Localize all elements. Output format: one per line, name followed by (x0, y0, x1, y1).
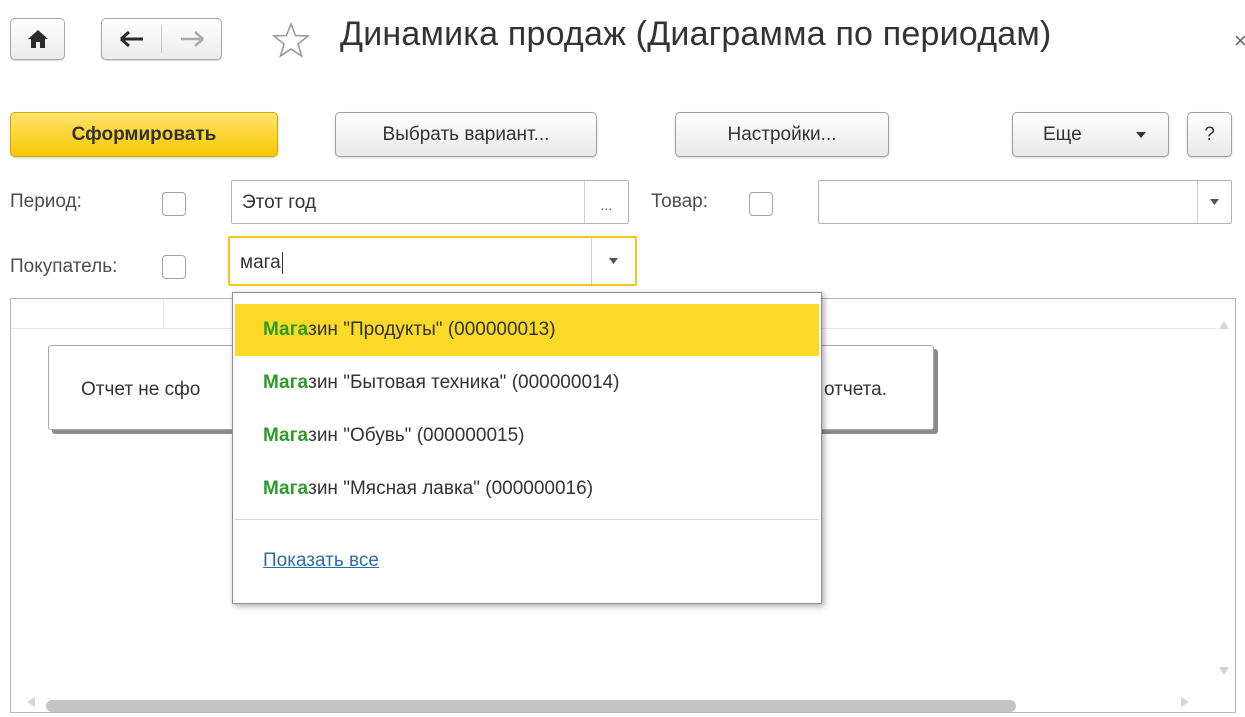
show-all-link[interactable]: Показать все (263, 550, 379, 572)
generate-button-label: Сформировать (71, 123, 217, 145)
product-checkbox[interactable] (749, 192, 773, 216)
list-item[interactable]: Магазин "Обувь" (000000015) (235, 410, 819, 462)
report-message-left: Отчет не сфо (81, 379, 201, 400)
close-icon[interactable]: × (1234, 28, 1245, 54)
home-button[interactable] (10, 18, 65, 60)
chevron-down-icon (1210, 199, 1219, 205)
buyer-checkbox[interactable] (162, 255, 186, 279)
forward-arrow-icon (181, 31, 204, 47)
choose-variant-label: Выбрать вариант... (382, 123, 550, 145)
more-button[interactable]: Еще (1012, 112, 1169, 157)
buyer-suggestions-dropdown: Магазин "Продукты" (000000013) Магазин "… (232, 292, 822, 604)
product-field[interactable] (818, 180, 1232, 224)
scroll-up-icon[interactable] (1219, 321, 1229, 329)
list-item[interactable]: Магазин "Мясная лавка" (000000016) (235, 463, 819, 515)
item-text: зин "Обувь" (000000015) (308, 425, 525, 446)
chevron-down-icon (609, 258, 618, 264)
period-value: Этот год (242, 192, 317, 213)
home-icon (28, 30, 48, 48)
buyer-input[interactable]: мага (240, 252, 283, 274)
period-field[interactable]: Этот год ... (231, 180, 629, 224)
match-highlight: Мага (263, 319, 309, 340)
list-item[interactable]: Магазин "Продукты" (000000013) (235, 304, 819, 356)
dropdown-divider (235, 519, 819, 520)
page-title: Динамика продаж (Диаграмма по периодам) (340, 15, 1052, 53)
chevron-down-icon (1136, 132, 1146, 138)
scroll-right-icon[interactable] (1181, 697, 1189, 707)
period-checkbox[interactable] (162, 192, 186, 216)
item-text: зин "Бытовая техника" (000000014) (308, 372, 620, 393)
settings-button[interactable]: Настройки... (675, 112, 889, 157)
help-label: ? (1204, 123, 1215, 145)
choose-variant-button[interactable]: Выбрать вариант... (335, 112, 597, 157)
forward-button[interactable] (162, 19, 222, 59)
buyer-dropdown-button[interactable] (591, 238, 635, 284)
match-highlight: Мага (263, 425, 309, 446)
period-label: Период: (10, 191, 82, 212)
back-button[interactable] (102, 19, 161, 59)
buyer-field[interactable]: мага (228, 236, 637, 286)
match-highlight: Мага (263, 372, 309, 393)
period-select-button[interactable]: ... (584, 181, 628, 223)
item-text: зин "Мясная лавка" (000000016) (308, 478, 594, 499)
settings-label: Настройки... (727, 123, 837, 145)
product-label: Товар: (651, 191, 708, 212)
buyer-label: Покупатель: (10, 256, 118, 277)
report-message-right: отчета. (824, 379, 888, 400)
product-dropdown-button[interactable] (1197, 181, 1231, 223)
ellipsis-icon: ... (600, 197, 613, 213)
item-text: зин "Продукты" (000000013) (308, 319, 556, 340)
scroll-down-icon[interactable] (1219, 667, 1229, 675)
back-arrow-icon (120, 31, 143, 47)
list-item[interactable]: Магазин "Бытовая техника" (000000014) (235, 357, 819, 409)
match-highlight: Мага (263, 478, 309, 499)
history-nav (101, 18, 222, 60)
help-button[interactable]: ? (1187, 112, 1232, 157)
horizontal-scrollbar[interactable] (46, 700, 1016, 712)
generate-button[interactable]: Сформировать (10, 112, 278, 157)
star-icon[interactable] (272, 22, 310, 58)
scroll-left-icon[interactable] (27, 697, 35, 707)
more-label: Еще (1043, 123, 1082, 145)
